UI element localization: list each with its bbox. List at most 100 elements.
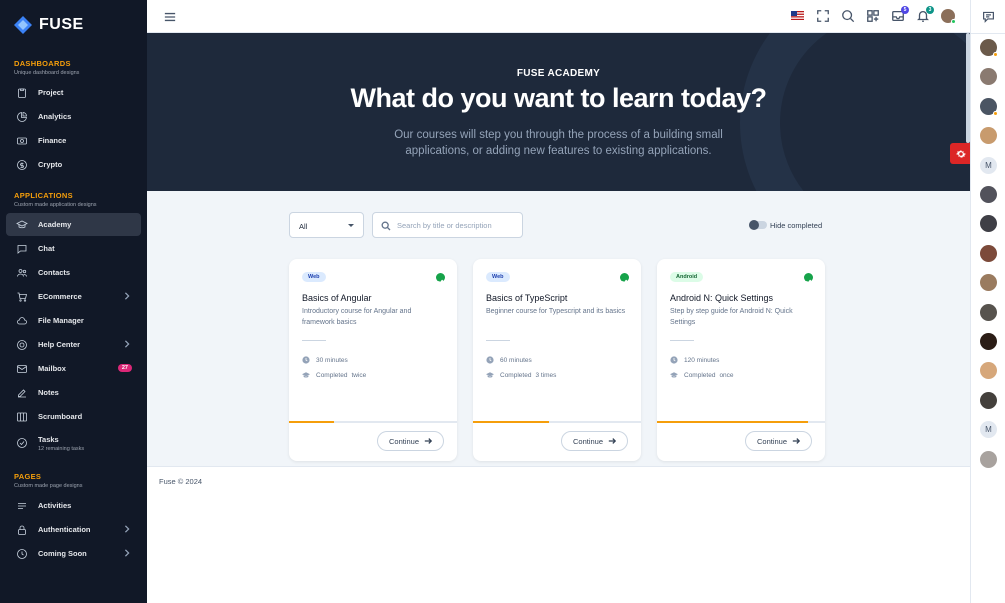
- contact-avatar[interactable]: [980, 274, 997, 292]
- sidebar-item-crypto[interactable]: Crypto: [6, 153, 141, 176]
- menu-alt-icon: [16, 500, 28, 512]
- hide-completed-toggle[interactable]: [749, 220, 767, 230]
- check-circle-icon: [16, 437, 28, 449]
- sidebar-item-help-center[interactable]: Help Center: [6, 333, 141, 356]
- course-description: Introductory course for Angular and fram…: [302, 308, 412, 326]
- sidebar-item-tasks[interactable]: Tasks 12 remaining tasks: [6, 429, 141, 457]
- sidebar-item-label: Authentication: [38, 525, 91, 534]
- footer-copyright: Fuse © 2024: [159, 477, 203, 486]
- section-title: PAGES: [14, 472, 42, 481]
- contact-avatar[interactable]: [980, 68, 997, 86]
- continue-label: Continue: [388, 436, 420, 446]
- course-description: Beginner course for Typescript and its b…: [486, 308, 626, 315]
- hero-banner: FUSE ACADEMY What do you want to learn t…: [147, 33, 970, 191]
- gear-icon: [956, 150, 965, 157]
- sidebar-item-chat[interactable]: Chat: [6, 237, 141, 260]
- sidebar-item-notes[interactable]: Notes: [6, 381, 141, 404]
- contact-avatar[interactable]: [980, 303, 997, 321]
- section-subtitle: Unique dashboard designs: [14, 70, 80, 76]
- contact-avatar[interactable]: [980, 127, 997, 145]
- section-subtitle: Custom made application designs: [14, 202, 97, 208]
- sidebar-item-coming-soon[interactable]: Coming Soon: [6, 542, 141, 565]
- brand-name: FUSE: [39, 16, 84, 33]
- contact-avatar[interactable]: [980, 215, 997, 233]
- currency-dollar-icon: [16, 159, 28, 171]
- course-completed: Completed 3 times: [486, 371, 556, 379]
- category-select-value: All: [299, 222, 308, 231]
- progress-bar: [289, 421, 457, 423]
- course-description: Step by step guide for Android N: Quick …: [670, 308, 793, 326]
- contact-avatar[interactable]: [980, 186, 997, 203]
- continue-button[interactable]: Continue: [745, 431, 812, 451]
- sidebar: FUSE DASHBOARDS Unique dashboard designs…: [0, 0, 147, 603]
- sidebar-item-label: Help Center: [38, 340, 81, 349]
- completed-label: Completed: [684, 371, 716, 379]
- view-boards-icon: [16, 411, 28, 423]
- sidebar-item-academy[interactable]: Academy: [6, 213, 141, 236]
- contact-avatar[interactable]: [980, 39, 998, 57]
- sidebar-item-ecommerce[interactable]: ECommerce: [6, 285, 141, 308]
- chat-bubble-icon: [16, 243, 28, 255]
- chat-icon[interactable]: [982, 10, 995, 23]
- contact-avatar[interactable]: M: [980, 156, 997, 174]
- sidebar-item-project[interactable]: Project: [6, 81, 141, 104]
- menu-toggle-icon[interactable]: [164, 10, 176, 22]
- section-pages: PAGES Custom made page designs: [0, 458, 147, 493]
- course-title: Basics of Angular: [302, 293, 372, 303]
- contact-avatar[interactable]: [980, 391, 997, 409]
- us-flag-icon[interactable]: [791, 11, 804, 20]
- contact-avatar[interactable]: M: [980, 421, 997, 439]
- sidebar-item-label: Chat: [38, 244, 55, 253]
- completed-value: twice: [351, 371, 367, 379]
- sidebar-item-subtitle: 12 remaining tasks: [38, 445, 85, 452]
- user-group-icon: [16, 267, 28, 279]
- continue-label: Continue: [756, 436, 788, 446]
- contact-avatar[interactable]: [980, 362, 997, 380]
- notifications-bell-icon[interactable]: 3: [916, 6, 934, 23]
- progress-fill: [289, 421, 335, 423]
- continue-button[interactable]: Continue: [377, 431, 444, 451]
- settings-drawer-button[interactable]: [950, 143, 971, 164]
- search-field[interactable]: [372, 212, 523, 238]
- fullscreen-icon[interactable]: [816, 9, 830, 23]
- sidebar-item-finance[interactable]: Finance: [6, 129, 141, 152]
- search-icon[interactable]: [841, 9, 855, 23]
- arrow-right-icon: [424, 438, 433, 444]
- caret-down-icon: [348, 224, 354, 227]
- category-select[interactable]: All: [289, 212, 364, 238]
- clipboard-icon: [16, 87, 28, 99]
- continue-button[interactable]: Continue: [561, 431, 628, 451]
- messages-icon[interactable]: 5: [891, 6, 909, 23]
- notifications-badge: 3: [926, 6, 934, 14]
- sidebar-item-authentication[interactable]: Authentication: [6, 518, 141, 541]
- category-pill: Android: [670, 272, 704, 282]
- sidebar-item-label: Scrumboard: [38, 412, 83, 421]
- clock-icon: [670, 356, 678, 364]
- contact-avatar[interactable]: [980, 97, 998, 116]
- top-bar: 5 3: [147, 0, 970, 33]
- completed-check-icon: [436, 273, 445, 285]
- sidebar-item-analytics[interactable]: Analytics: [6, 105, 141, 128]
- completed-label: Completed: [316, 371, 348, 379]
- sidebar-item-scrumboard[interactable]: Scrumboard: [6, 405, 141, 428]
- sidebar-item-label: File Manager: [38, 316, 84, 325]
- search-input[interactable]: [397, 219, 517, 232]
- contact-avatar[interactable]: [980, 450, 997, 468]
- hero-description: Our courses will step you through the pr…: [394, 129, 723, 157]
- support-icon: [16, 339, 28, 351]
- sidebar-item-file-manager[interactable]: File Manager: [6, 309, 141, 332]
- user-avatar[interactable]: [941, 9, 956, 24]
- sidebar-item-activities[interactable]: Activities: [6, 494, 141, 517]
- shortcuts-icon[interactable]: [866, 9, 880, 23]
- completed-check-icon: [804, 273, 813, 285]
- contact-avatar[interactable]: [980, 333, 997, 350]
- sidebar-item-label: ECommerce: [38, 292, 82, 301]
- sidebar-item-label: Finance: [38, 136, 67, 145]
- chevron-right-icon: [123, 525, 131, 533]
- mailbox-count-badge: 27: [117, 364, 132, 372]
- sidebar-item-mailbox[interactable]: Mailbox 27: [6, 357, 141, 380]
- sidebar-item-contacts[interactable]: Contacts: [6, 261, 141, 284]
- hero-headline: What do you want to learn today?: [350, 83, 768, 113]
- brand[interactable]: FUSE: [0, 0, 147, 50]
- contact-avatar[interactable]: [980, 244, 997, 262]
